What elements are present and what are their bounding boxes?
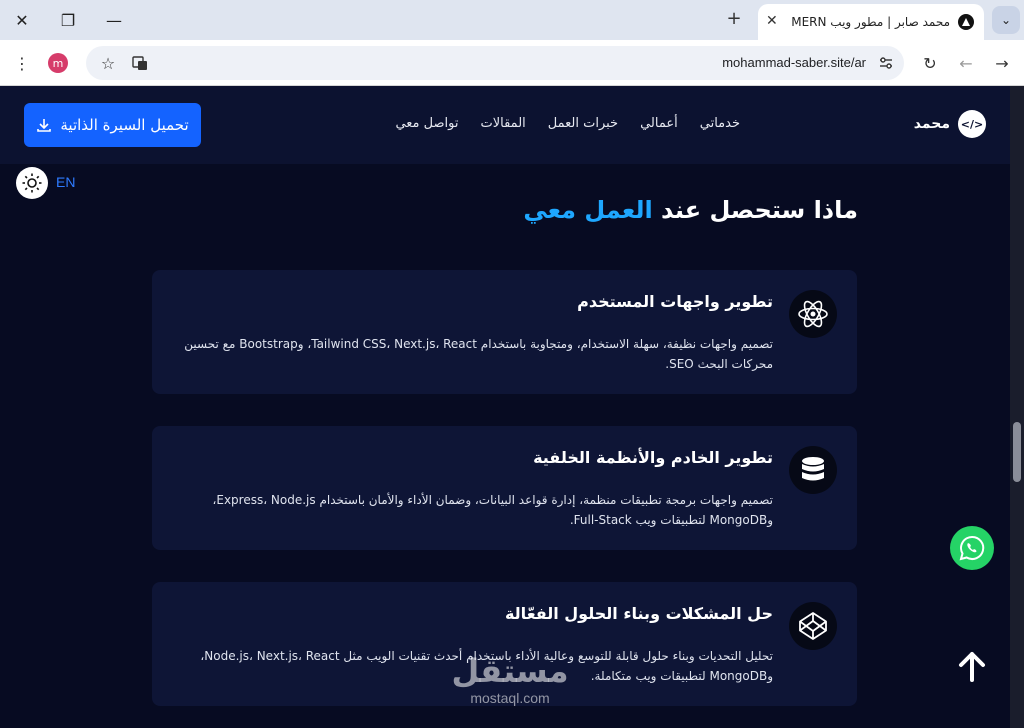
card-description: تصميم واجهات نظيفة، سهلة الاستخدام، ومتج… xyxy=(184,337,773,371)
tab-title: محمد صابر | مطور ويب MERN و xyxy=(790,15,950,29)
address-bar[interactable]: ☆ mohammad-saber.site/ar xyxy=(86,46,904,80)
download-cv-button[interactable]: تحميل السيرة الذاتية xyxy=(24,103,201,147)
page-scrollbar[interactable] xyxy=(1010,86,1024,728)
code-icon: </> xyxy=(958,110,986,138)
nav-link-services[interactable]: خدماتي xyxy=(700,116,740,131)
section-heading: ماذا ستحصل عند العمل معي xyxy=(523,196,858,224)
restore-window-icon[interactable]: ❐ xyxy=(46,0,90,40)
url-text[interactable]: mohammad-saber.site/ar xyxy=(722,55,866,70)
forward-icon[interactable]: → xyxy=(986,40,1018,86)
watermark-latin: mostaql.com xyxy=(470,690,550,706)
theme-toggle-button[interactable] xyxy=(16,167,48,199)
codepen-icon xyxy=(789,602,837,650)
scrollbar-thumb[interactable] xyxy=(1013,422,1021,482)
service-card-backend: تطوير الخادم والأنظمة الخلفية تصميم واجه… xyxy=(152,426,857,550)
back-icon[interactable]: ← xyxy=(950,40,982,86)
browser-tab-strip: ✕ ❐ — + محمد صابر | مطور ويب MERN و ✕ ⌄ xyxy=(0,0,1024,40)
whatsapp-button[interactable] xyxy=(950,526,994,570)
language-toggle[interactable]: EN xyxy=(56,174,75,190)
brand-name: محمد xyxy=(913,116,950,132)
download-cv-label: تحميل السيرة الذاتية xyxy=(60,116,189,134)
new-tab-icon[interactable]: + xyxy=(722,8,746,29)
brand-logo-link[interactable]: </> محمد xyxy=(914,110,986,138)
website-viewport: تحميل السيرة الذاتية خدماتي أعمالي خبرات… xyxy=(0,86,1010,728)
site-navbar: تحميل السيرة الذاتية خدماتي أعمالي خبرات… xyxy=(0,86,1010,164)
scroll-to-top-button[interactable] xyxy=(952,646,992,686)
nav-link-articles[interactable]: المقالات xyxy=(480,116,525,131)
card-title: تطوير واجهات المستخدم xyxy=(577,292,773,311)
sun-icon xyxy=(22,173,42,193)
card-title: حل المشكلات وبناء الحلول الفعّالة xyxy=(504,604,773,623)
nav-link-contact[interactable]: تواصل معي xyxy=(395,116,458,131)
close-window-icon[interactable]: ✕ xyxy=(0,0,44,40)
database-icon xyxy=(789,446,837,494)
profile-avatar[interactable]: m xyxy=(48,53,68,73)
translate-icon[interactable] xyxy=(124,46,156,80)
nav-links: خدماتي أعمالي خبرات العمل المقالات تواصل… xyxy=(380,116,740,131)
card-description: تصميم واجهات برمجة تطبيقات منظمة، إدارة … xyxy=(212,493,773,527)
arrow-up-icon xyxy=(959,652,985,682)
react-icon xyxy=(789,290,837,338)
heading-accent: العمل معي xyxy=(523,196,653,224)
mostaql-watermark: مستقل mostaql.com xyxy=(440,652,580,706)
tab-favicon-icon xyxy=(958,14,974,30)
card-title: تطوير الخادم والأنظمة الخلفية xyxy=(533,448,773,467)
browser-menu-icon[interactable]: ⋮ xyxy=(6,40,38,86)
service-card-frontend: تطوير واجهات المستخدم تصميم واجهات نظيفة… xyxy=(152,270,857,394)
nav-link-works[interactable]: أعمالي xyxy=(640,116,678,131)
tab-search-icon[interactable]: ⌄ xyxy=(992,6,1020,34)
download-icon xyxy=(37,119,52,132)
browser-toolbar: ⋮ m ☆ mohammad-saber.site/ar ↻ ← → xyxy=(0,40,1024,86)
nav-link-experience[interactable]: خبرات العمل xyxy=(548,116,618,131)
heading-main: ماذا ستحصل عند xyxy=(661,196,858,224)
reload-icon[interactable]: ↻ xyxy=(914,40,946,86)
watermark-arabic: مستقل xyxy=(451,652,569,690)
site-settings-icon[interactable] xyxy=(870,46,902,80)
bookmark-star-icon[interactable]: ☆ xyxy=(92,46,124,80)
whatsapp-icon xyxy=(959,535,985,561)
tab-close-icon[interactable]: ✕ xyxy=(766,13,778,29)
minimize-window-icon[interactable]: — xyxy=(92,0,136,40)
browser-tab[interactable]: محمد صابر | مطور ويب MERN و ✕ xyxy=(758,4,984,40)
